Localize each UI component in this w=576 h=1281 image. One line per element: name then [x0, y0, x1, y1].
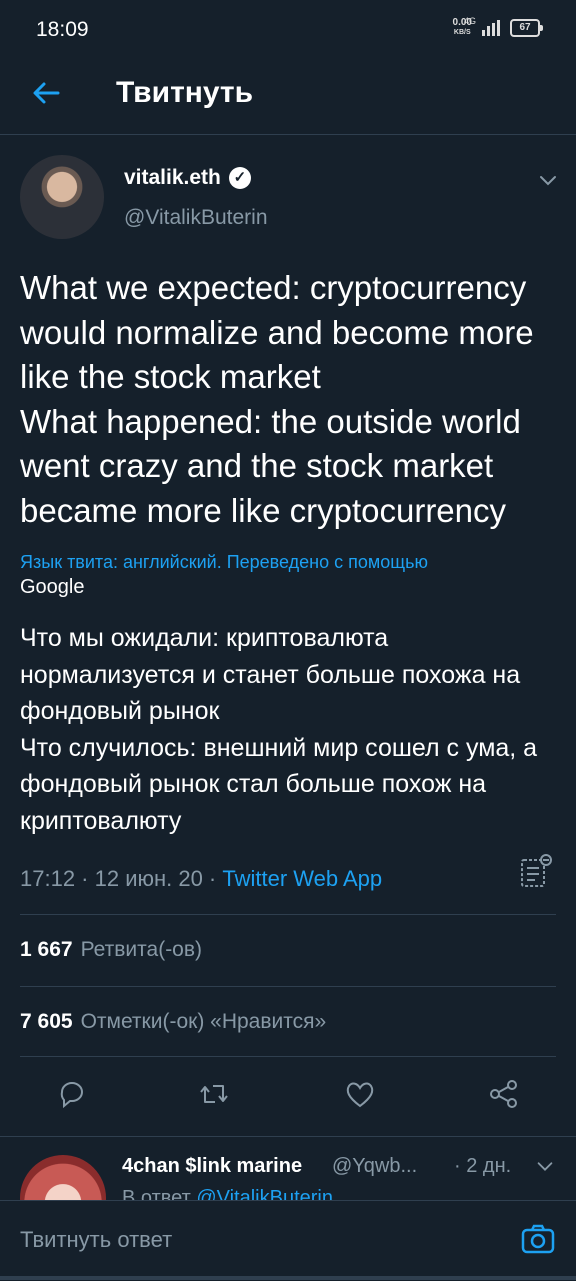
likes-count: 7 605 [20, 1010, 73, 1033]
signal-icon: 4G [464, 16, 500, 36]
divider [20, 1056, 556, 1057]
tweet-source[interactable]: Twitter Web App [222, 866, 382, 891]
reply-avatar[interactable] [20, 1155, 106, 1201]
reply-author-handle[interactable]: @Yqwb... [332, 1155, 417, 1178]
verified-badge-icon: ✓ [228, 167, 251, 189]
author-name[interactable]: vitalik.eth [124, 166, 221, 190]
avatar[interactable] [20, 155, 104, 239]
analytics-icon[interactable] [516, 852, 556, 892]
reply-to-handle[interactable]: @VitalikButerin [196, 1187, 333, 1201]
status-bar: 18:09 0.00 KB/S 4G 67 [0, 0, 576, 58]
author-handle[interactable]: @VitalikButerin [124, 206, 268, 230]
camera-icon[interactable] [520, 1221, 556, 1257]
page-title: Твитнуть [116, 76, 254, 109]
arrow-left-icon[interactable] [28, 75, 64, 111]
reply-to-prefix: В ответ [122, 1187, 197, 1201]
tweet-text: What we expected: cryptocurrency would n… [20, 269, 534, 529]
tweet-actions [0, 1060, 576, 1132]
network-type: 4G [464, 16, 477, 26]
status-icons: 0.00 KB/S 4G 67 [453, 16, 543, 38]
retweets-label: Ретвита(-ов) [80, 938, 203, 961]
reply-tweet[interactable]: 4chan $link marine @Yqwb... · 2 дн. В от… [0, 1136, 576, 1201]
share-icon[interactable] [486, 1076, 522, 1112]
reply-author-name[interactable]: 4chan $link marine [122, 1155, 302, 1178]
battery-icon: 67 [510, 19, 543, 37]
network-speed-unit: KB/S [453, 29, 471, 36]
reply-input[interactable]: Твитнуть ответ [20, 1227, 172, 1253]
top-app-bar: Твитнуть [0, 58, 576, 135]
status-time: 18:09 [36, 18, 89, 41]
translation-notice[interactable]: Язык твита: английский. Переведено с пом… [20, 552, 428, 573]
tweet-timestamp: 17:12 · 12 июн. 20 · [20, 866, 223, 891]
retweet-icon[interactable] [196, 1076, 232, 1112]
chevron-down-icon[interactable] [534, 1155, 556, 1177]
author-name-row[interactable]: vitalik.eth ✓ [124, 166, 251, 190]
retweets-count: 1 667 [20, 938, 73, 961]
likes-label: Отметки(-ок) «Нравится» [80, 1010, 327, 1033]
divider [20, 986, 556, 987]
retweets-stat[interactable]: 1 667 Ретвита(-ов) [20, 938, 202, 962]
translator-logo: Google [20, 576, 85, 598]
reply-icon[interactable] [54, 1076, 90, 1112]
reply-composer[interactable]: Твитнуть ответ [0, 1200, 576, 1281]
reply-timestamp: · 2 дн. [454, 1155, 512, 1177]
heart-icon[interactable] [342, 1076, 378, 1112]
tweet-meta: 17:12 · 12 июн. 20 · Twitter Web App [20, 866, 382, 892]
divider [20, 914, 556, 915]
chevron-down-icon[interactable] [536, 168, 560, 192]
translated-text: Что мы ожидали: криптовалюта нормализует… [20, 624, 538, 835]
system-nav-bar [0, 1276, 576, 1280]
likes-stat[interactable]: 7 605 Отметки(-ок) «Нравится» [20, 1010, 326, 1034]
reply-to: В ответ @VitalikButerin [122, 1187, 333, 1201]
